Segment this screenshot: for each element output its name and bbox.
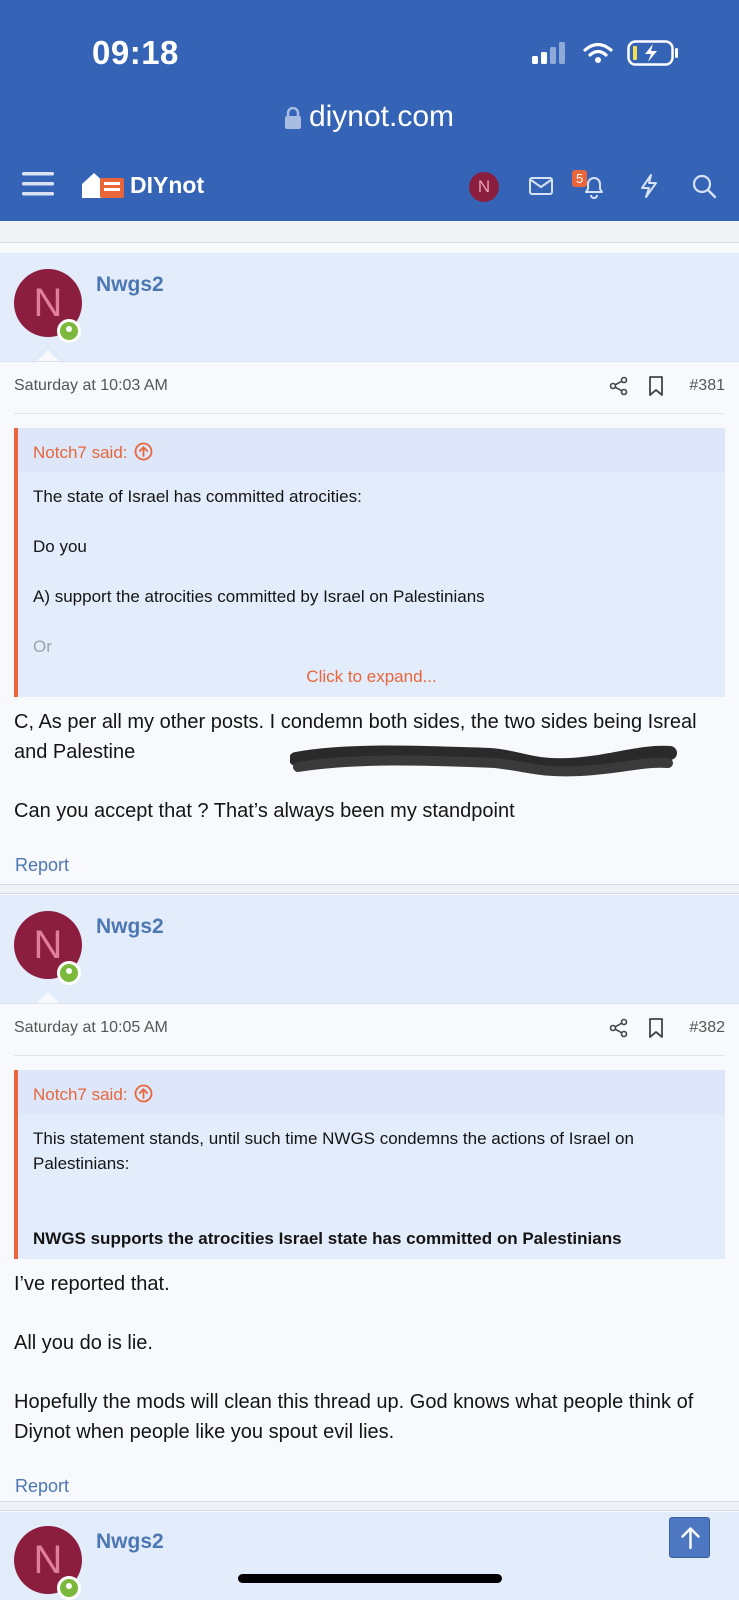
search-icon[interactable] — [691, 173, 717, 199]
bookmark-icon[interactable] — [647, 1017, 665, 1039]
post-number[interactable]: #381 — [689, 377, 725, 395]
post-message: I’ve reported that. All you do is lie. H… — [0, 1259, 739, 1447]
quote-header[interactable]: Notch7 said: — [18, 428, 725, 472]
post-number[interactable]: #382 — [689, 1019, 725, 1037]
quote-line: This statement stands, until such time N… — [33, 1129, 634, 1173]
username-link[interactable]: Nwgs2 — [96, 1530, 164, 1554]
quote-text: The state of Israel has committed atroci… — [18, 472, 725, 659]
post-meta: Saturday at 10:05 AM #382 — [14, 1004, 725, 1056]
share-icon[interactable] — [609, 1018, 629, 1038]
click-to-expand-link[interactable]: Click to expand... — [18, 667, 725, 697]
message-paragraph: Hopefully the mods will clean this threa… — [14, 1391, 694, 1443]
post-message: C, As per all my other posts. I condemn … — [0, 697, 739, 826]
message-paragraph: All you do is lie. — [14, 1332, 153, 1354]
quote-header[interactable]: Notch7 said: — [18, 1070, 725, 1114]
header-shadow-strip — [0, 221, 739, 243]
username-link[interactable]: Nwgs2 — [96, 915, 164, 939]
browser-header: 09:18 diynot.com DIYnot N 5 — [0, 0, 739, 221]
quote-block: Notch7 said: This statement stands, unti… — [14, 1070, 725, 1259]
message-paragraph: Can you accept that ? That’s always been… — [14, 800, 515, 822]
post-user-header: N Nwgs2 — [0, 253, 739, 362]
url-bar[interactable]: diynot.com — [0, 100, 739, 134]
lock-icon — [284, 107, 301, 130]
post-381: N Nwgs2 Saturday at 10:03 AM #381 Notch7… — [0, 253, 739, 909]
house-logo-icon — [82, 173, 124, 198]
menu-icon[interactable] — [22, 171, 54, 197]
quote-line-faded: Or — [33, 637, 52, 656]
post-user-header: N Nwgs2 — [0, 895, 739, 1004]
post-meta: Saturday at 10:03 AM #381 — [14, 362, 725, 414]
battery-icon — [627, 40, 678, 66]
quote-line: A) support the atrocities committed by I… — [33, 587, 485, 606]
logo-text: DIYnot — [130, 171, 205, 198]
post-user-header: N Nwgs2 — [0, 1512, 739, 1600]
quote-line: Do you — [33, 537, 87, 556]
quote-author: Notch7 said: — [33, 443, 128, 462]
post-divider — [0, 884, 739, 894]
whats-new-bolt-icon[interactable] — [636, 173, 662, 199]
arrow-up-icon — [681, 1527, 700, 1550]
online-status-icon — [57, 961, 81, 985]
scroll-to-top-button[interactable] — [669, 1517, 710, 1558]
redaction-scribble — [290, 745, 677, 777]
home-indicator[interactable] — [238, 1574, 502, 1583]
user-avatar[interactable]: N — [469, 172, 499, 202]
inbox-icon[interactable] — [528, 173, 554, 199]
post-382: N Nwgs2 Saturday at 10:05 AM #382 Notch7… — [0, 895, 739, 1530]
username-link[interactable]: Nwgs2 — [96, 273, 164, 297]
quote-text: This statement stands, until such time N… — [18, 1114, 725, 1259]
post-date[interactable]: Saturday at 10:03 AM — [14, 377, 168, 395]
quote-author: Notch7 said: — [33, 1085, 128, 1104]
site-nav: DIYnot N — [0, 165, 739, 210]
post-date[interactable]: Saturday at 10:05 AM — [14, 1019, 168, 1037]
jump-to-quote-icon[interactable] — [134, 1084, 153, 1103]
status-icons — [531, 40, 679, 66]
bookmark-icon[interactable] — [647, 375, 665, 397]
jump-to-quote-icon[interactable] — [134, 442, 153, 461]
post-divider — [0, 1501, 739, 1511]
quote-line-bold: NWGS supports the atrocities Israel stat… — [33, 1229, 622, 1248]
signal-icon — [532, 42, 565, 64]
wifi-icon — [583, 42, 613, 63]
status-time: 09:18 — [92, 34, 179, 71]
post-body: Saturday at 10:05 AM #382 Notch7 said: T… — [0, 1003, 739, 1530]
quote-block: Notch7 said: The state of Israel has com… — [14, 428, 725, 697]
message-paragraph: I’ve reported that. — [14, 1273, 170, 1295]
post-next: N Nwgs2 — [0, 1512, 739, 1600]
site-logo[interactable]: DIYnot — [82, 170, 204, 200]
online-status-icon — [57, 1576, 81, 1600]
url-text: diynot.com — [308, 100, 455, 133]
post-body: Saturday at 10:03 AM #381 Notch7 said: T… — [0, 361, 739, 909]
quote-line: The state of Israel has committed atroci… — [33, 487, 362, 506]
online-status-icon — [57, 319, 81, 343]
alerts-badge: 5 — [572, 170, 588, 187]
share-icon[interactable] — [609, 376, 629, 396]
